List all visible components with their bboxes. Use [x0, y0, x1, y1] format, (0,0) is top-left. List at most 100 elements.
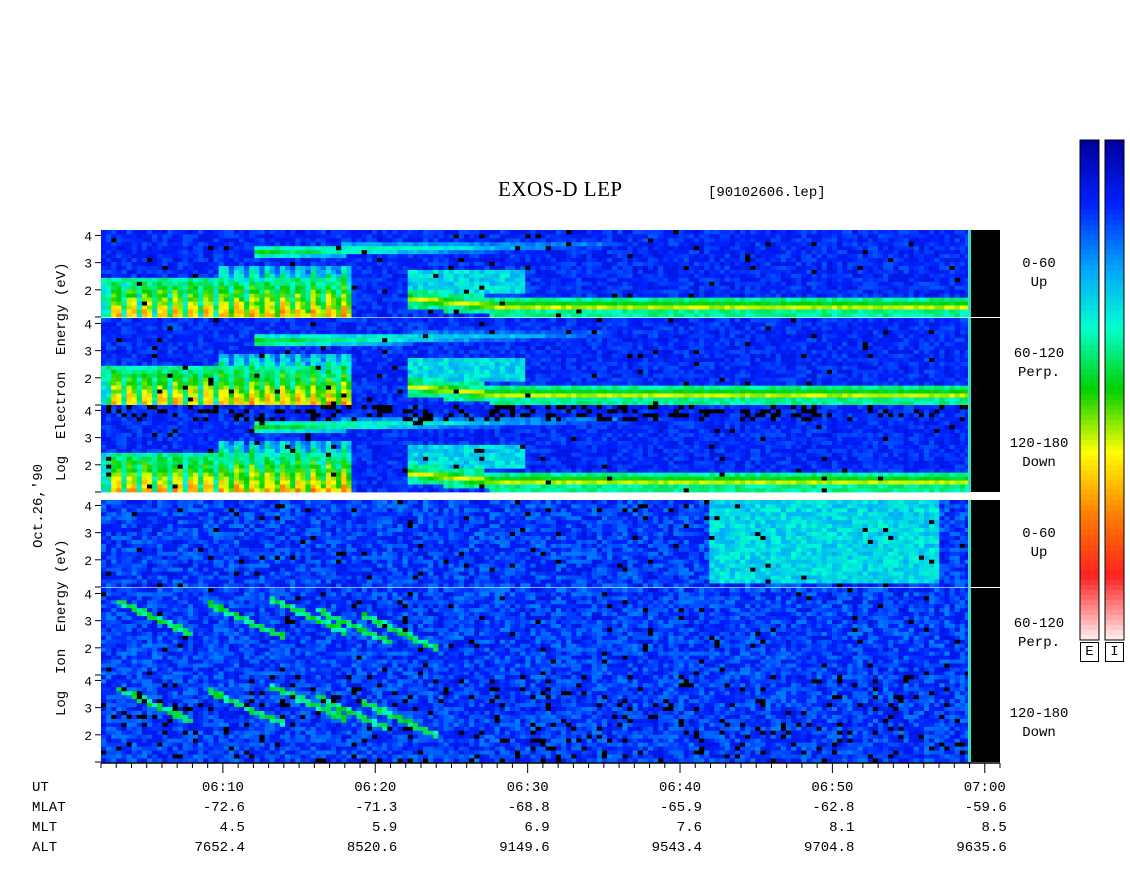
heatmap-cell	[689, 305, 695, 309]
heatmap-cell	[408, 297, 414, 301]
heatmap-cell	[776, 270, 782, 274]
heatmap-cell	[663, 234, 669, 238]
heatmap-cell	[960, 289, 966, 293]
heatmap-cell	[295, 377, 301, 381]
heatmap-cell	[750, 270, 756, 274]
heatmap-cell	[709, 254, 715, 258]
heatmap-cell	[638, 313, 644, 317]
heatmap-cell	[183, 369, 189, 373]
heatmap-cell	[704, 250, 710, 254]
heatmap-cell	[679, 313, 685, 317]
heatmap-cell	[725, 242, 731, 246]
heatmap-cell	[367, 313, 373, 317]
heatmap-cell	[121, 397, 127, 401]
heatmap-cell	[909, 266, 915, 270]
heatmap-cell	[750, 305, 756, 309]
heatmap-cell	[249, 330, 255, 334]
heatmap-cell	[372, 381, 378, 385]
heatmap-cell	[275, 322, 281, 326]
heatmap-cell	[346, 350, 352, 354]
heatmap-cell	[433, 238, 439, 242]
heatmap-cell	[914, 266, 920, 270]
heatmap-cell	[316, 274, 322, 278]
heatmap-cell	[438, 270, 444, 274]
heatmap-cell	[888, 285, 894, 289]
heatmap-cell	[300, 318, 306, 322]
heatmap-cell	[653, 250, 659, 254]
heatmap-cell	[213, 393, 219, 397]
heatmap-cell	[745, 234, 751, 238]
heatmap-cell	[484, 274, 490, 278]
heatmap-cell	[372, 330, 378, 334]
heatmap-cell	[111, 266, 117, 270]
heatmap-cell	[346, 318, 352, 322]
heatmap-cell	[357, 234, 363, 238]
heatmap-cell	[336, 262, 342, 266]
heatmap-cell	[167, 301, 173, 305]
heatmap-cell	[689, 266, 695, 270]
heatmap-cell	[167, 230, 173, 234]
heatmap-cell	[781, 246, 787, 250]
heatmap-cell	[602, 313, 608, 317]
heatmap-cell	[576, 234, 582, 238]
heatmap-cell	[336, 230, 342, 234]
heatmap-cell	[290, 389, 296, 393]
heatmap-cell	[239, 281, 245, 285]
heatmap-cell	[725, 309, 731, 313]
heatmap-cell	[167, 365, 173, 369]
heatmap-cell	[684, 297, 690, 301]
heatmap-cell	[162, 285, 168, 289]
heatmap-cell	[750, 277, 756, 281]
heatmap-cell	[208, 242, 214, 246]
heatmap-cell	[208, 254, 214, 258]
heatmap-cell	[628, 238, 634, 242]
heatmap-cell	[127, 285, 133, 289]
heatmap-cell	[254, 322, 260, 326]
heatmap-cell	[878, 242, 884, 246]
heatmap-cell	[275, 326, 281, 330]
heatmap-cell	[418, 234, 424, 238]
heatmap-cell	[684, 242, 690, 246]
heatmap-cell	[305, 354, 311, 358]
heatmap-cell	[178, 277, 184, 281]
heatmap-cell	[341, 362, 347, 366]
heatmap-cell	[929, 262, 935, 266]
heatmap-cell	[362, 266, 368, 270]
heatmap-cell	[387, 309, 393, 313]
heatmap-cell	[193, 330, 199, 334]
heatmap-cell	[449, 254, 455, 258]
heatmap-cell	[372, 266, 378, 270]
heatmap-cell	[924, 285, 930, 289]
heatmap-cell	[438, 285, 444, 289]
heatmap-cell	[295, 258, 301, 262]
heatmap-cell	[321, 262, 327, 266]
heatmap-cell	[311, 274, 317, 278]
heatmap-cell	[147, 301, 153, 305]
heatmap-cell	[858, 285, 864, 289]
heatmap-cell	[689, 230, 695, 234]
heatmap-cell	[162, 266, 168, 270]
heatmap-cell	[162, 309, 168, 313]
heatmap-cell	[351, 365, 357, 369]
heatmap-cell	[806, 285, 812, 289]
heatmap-cell	[239, 262, 245, 266]
heatmap-cell	[193, 338, 199, 342]
heatmap-cell	[127, 313, 133, 317]
heatmap-cell	[208, 358, 214, 362]
heatmap-cell	[321, 397, 327, 401]
heatmap-cell	[760, 258, 766, 262]
heatmap-cell	[290, 326, 296, 330]
heatmap-cell	[786, 313, 792, 317]
heatmap-cell	[413, 270, 419, 274]
heatmap-cell	[939, 270, 945, 274]
heatmap-cell	[239, 293, 245, 297]
heatmap-cell	[198, 381, 204, 385]
heatmap-cell	[372, 246, 378, 250]
heatmap-cell	[888, 309, 894, 313]
heatmap-cell	[224, 381, 230, 385]
heatmap-cell	[950, 262, 956, 266]
heatmap-cell	[433, 309, 439, 313]
heatmap-cell	[382, 365, 388, 369]
heatmap-cell	[311, 338, 317, 342]
heatmap-cell	[336, 346, 342, 350]
